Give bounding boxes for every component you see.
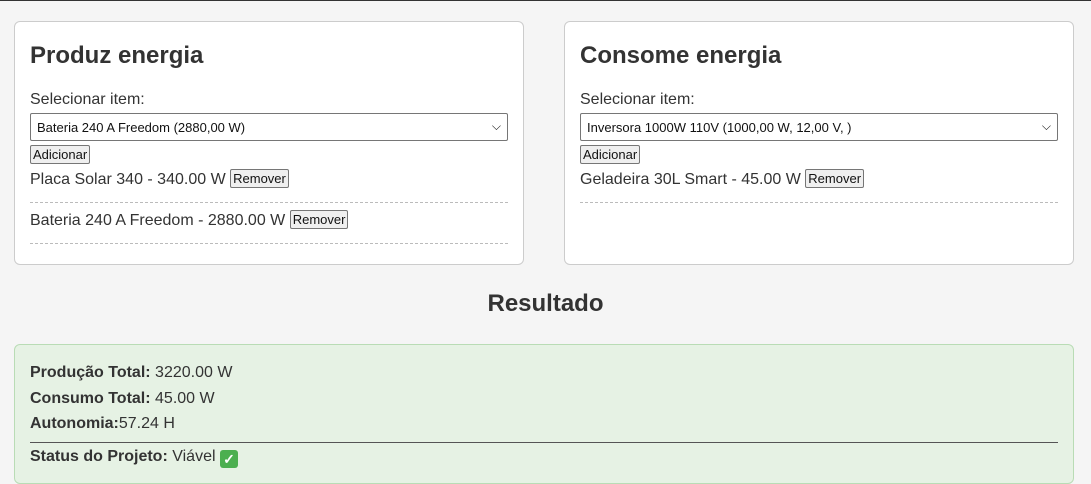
production-value: 3220.00 W [155, 364, 233, 381]
produce-panel: Produz energia Selecionar item: Bateria … [14, 21, 524, 265]
production-total: Produção Total: 3220.00 W [30, 362, 1058, 388]
autonomy-label: Autonomia: [30, 415, 119, 432]
consumption-value: 45.00 W [155, 389, 215, 407]
project-status: Status do Projeto: Viável ✓ [30, 441, 1058, 468]
consumption-label: Consumo Total: [30, 389, 151, 407]
produce-title: Produz energia [30, 42, 204, 69]
remove-button[interactable]: Remover [289, 210, 349, 229]
status-label: Status do Projeto: [30, 447, 168, 465]
remove-button[interactable]: Remover [805, 169, 865, 188]
produce-select-input[interactable]: Bateria 240 A Freedom (2880,00 W) [31, 114, 507, 140]
produce-item-list: Placa Solar 340 - 340.00 W Remover Bater… [30, 168, 508, 244]
autonomy: Autonomia:57.24 H [30, 413, 1058, 439]
consume-add-button[interactable]: Adicionar [580, 145, 641, 164]
production-label: Produção Total: [30, 364, 151, 381]
consume-title: Consome energia [580, 42, 782, 69]
check-mark-icon: ✓ [219, 449, 238, 468]
consumption-total: Consumo Total: 45.00 W [30, 388, 1058, 414]
produce-item-text: Bateria 240 A Freedom - 2880.00 W [30, 212, 286, 229]
list-item: Bateria 240 A Freedom - 2880.00 W Remove… [30, 203, 508, 244]
remove-button[interactable]: Remover [230, 169, 289, 188]
consume-select[interactable]: Inversora 1000W 110V (1000,00 W, 12,00 V… [580, 113, 1058, 141]
consume-item-list: Geladeira 30L Smart - 45.00 W Remover [580, 168, 1058, 203]
list-item: Placa Solar 340 - 340.00 W Remover [30, 168, 508, 203]
autonomy-value: 57.24 H [118, 415, 175, 432]
result-panel: Produção Total: 3220.00 W Consumo Total:… [14, 344, 1074, 484]
produce-select-label: Selecionar item: [30, 91, 145, 108]
consume-select-input[interactable]: Inversora 1000W 110V (1000,00 W, 12,00 V… [581, 114, 1057, 140]
produce-select[interactable]: Bateria 240 A Freedom (2880,00 W) ⌵ [30, 113, 508, 141]
produce-item-text: Placa Solar 340 - 340.00 W [30, 171, 226, 188]
consume-item-text: Geladeira 30L Smart - 45.00 W [580, 171, 801, 188]
consume-select-label: Selecionar item: [580, 91, 695, 108]
result-title: Resultado [487, 290, 604, 317]
produce-add-button[interactable]: Adicionar [30, 145, 91, 164]
status-value: Viável [172, 447, 216, 465]
list-item: Geladeira 30L Smart - 45.00 W Remover [580, 168, 1058, 203]
consume-panel: Consome energia Selecionar item: Inverso… [564, 21, 1074, 265]
